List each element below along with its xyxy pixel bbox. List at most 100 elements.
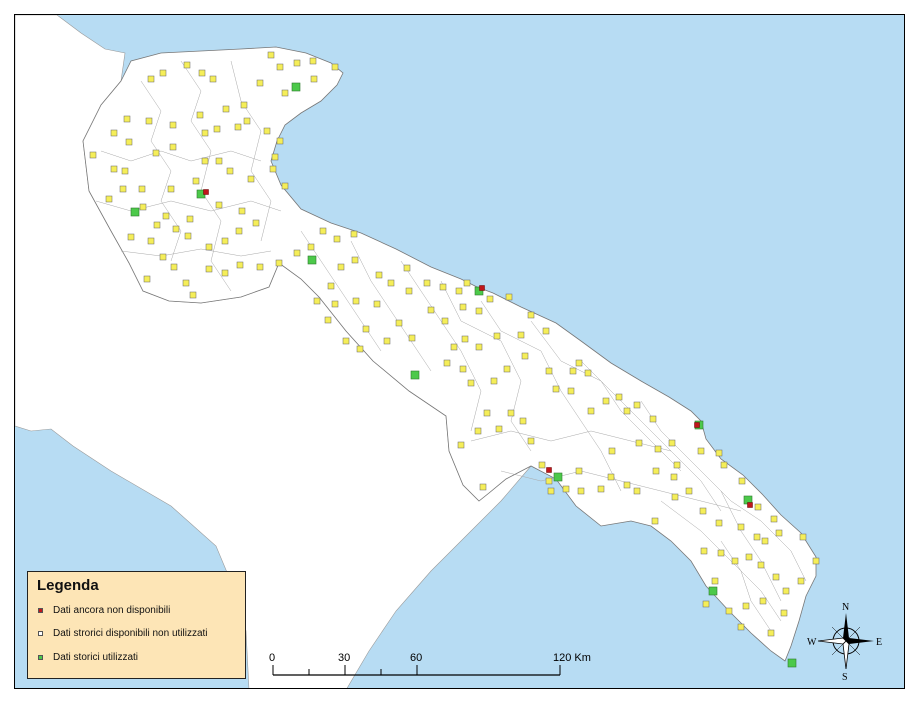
station-marker-historical-unused — [119, 185, 127, 193]
station-marker-historical-unused — [342, 337, 350, 345]
station-marker-historical-unused — [205, 265, 213, 273]
station-marker-historical-unused — [490, 377, 498, 385]
station-marker-historical-unused — [147, 237, 155, 245]
station-marker-historical-unused — [331, 300, 339, 308]
station-marker-historical-unused — [271, 153, 279, 161]
station-marker-historical-unused — [356, 345, 364, 353]
station-marker-historical-unused — [331, 63, 339, 71]
station-marker-historical-unused — [608, 447, 616, 455]
station-marker-historical-unused — [209, 75, 217, 83]
station-marker-historical-unused — [293, 59, 301, 67]
station-marker-historical-unused — [276, 137, 284, 145]
station-marker-historical-unused — [215, 201, 223, 209]
station-marker-not-available — [747, 502, 753, 508]
station-marker-historical-unused — [700, 547, 708, 555]
station-marker-historical-unused — [670, 473, 678, 481]
station-marker-historical-unused — [350, 230, 358, 238]
station-marker-historical-unused — [240, 101, 248, 109]
legend-item-not-available: Dati ancora non disponibili — [38, 603, 170, 617]
station-marker-historical-unused — [623, 481, 631, 489]
station-marker-historical-unused — [159, 69, 167, 77]
compass-west: W — [807, 637, 817, 648]
station-marker-historical-used — [787, 658, 797, 668]
station-marker-historical-unused — [89, 151, 97, 159]
station-marker-historical-unused — [527, 311, 535, 319]
station-marker-historical-unused — [247, 175, 255, 183]
station-marker-historical-unused — [235, 227, 243, 235]
station-marker-historical-unused — [276, 63, 284, 71]
station-marker-historical-used — [307, 255, 317, 265]
station-marker-historical-unused — [519, 417, 527, 425]
station-marker-historical-unused — [186, 215, 194, 223]
station-marker-historical-unused — [147, 75, 155, 83]
station-marker-historical-unused — [269, 165, 277, 173]
station-marker-historical-unused — [753, 533, 761, 541]
station-marker-historical-unused — [671, 493, 679, 501]
station-marker-historical-unused — [711, 577, 719, 585]
station-marker-historical-unused — [226, 167, 234, 175]
scale-tick-0: 0 — [269, 652, 275, 664]
legend-label-not-available: Dati ancora non disponibili — [53, 604, 171, 616]
station-marker-historical-unused — [597, 485, 605, 493]
station-marker-historical-unused — [170, 263, 178, 271]
station-marker-historical-unused — [159, 253, 167, 261]
station-marker-not-available — [694, 422, 700, 428]
station-marker-not-available — [203, 189, 209, 195]
station-marker-historical-unused — [352, 297, 360, 305]
station-marker-historical-unused — [562, 485, 570, 493]
station-marker-historical-unused — [495, 425, 503, 433]
station-marker-historical-unused — [538, 461, 546, 469]
station-marker-historical-unused — [143, 275, 151, 283]
station-marker-historical-unused — [780, 609, 788, 617]
station-marker-historical-unused — [333, 235, 341, 243]
scale-tick-120: 120 Km — [553, 652, 591, 664]
station-marker-historical-unused — [169, 143, 177, 151]
station-marker-historical-unused — [443, 359, 451, 367]
station-marker-historical-unused — [505, 293, 513, 301]
station-marker-historical-unused — [479, 483, 487, 491]
station-marker-historical-unused — [757, 561, 765, 569]
station-marker-historical-unused — [238, 207, 246, 215]
station-marker-historical-unused — [222, 105, 230, 113]
station-marker-historical-unused — [474, 427, 482, 435]
station-marker-historical-unused — [441, 317, 449, 325]
scale-tick-60: 60 — [410, 652, 422, 664]
station-marker-historical-unused — [475, 343, 483, 351]
station-marker-historical-unused — [196, 111, 204, 119]
legend-swatch-red — [38, 607, 43, 613]
station-marker-historical-unused — [213, 125, 221, 133]
legend-swatch-green — [38, 654, 43, 660]
station-marker-historical-unused — [162, 212, 170, 220]
station-marker-historical-unused — [324, 316, 332, 324]
station-marker-historical-unused — [607, 473, 615, 481]
station-marker-historical-unused — [281, 182, 289, 190]
station-marker-historical-unused — [110, 165, 118, 173]
station-marker-historical-unused — [761, 537, 769, 545]
station-marker-historical-unused — [405, 287, 413, 295]
station-marker-historical-unused — [256, 79, 264, 87]
station-marker-historical-unused — [507, 409, 515, 417]
station-marker-historical-unused — [125, 138, 133, 146]
station-marker-historical-unused — [587, 407, 595, 415]
station-marker-historical-unused — [403, 264, 411, 272]
station-marker-historical-unused — [423, 279, 431, 287]
station-marker-historical-unused — [767, 629, 775, 637]
legend-item-historical-used: Dati storici utilizzati — [38, 650, 138, 664]
station-marker-historical-unused — [685, 487, 693, 495]
station-marker-historical-unused — [373, 300, 381, 308]
station-marker-historical-unused — [192, 177, 200, 185]
station-marker-historical-unused — [182, 279, 190, 287]
station-marker-historical-unused — [198, 69, 206, 77]
map-frame[interactable]: 0 30 60 120 Km N S E W Legenda Dati anco… — [14, 14, 905, 689]
station-marker-historical-unused — [615, 393, 623, 401]
station-marker-historical-unused — [725, 607, 733, 615]
station-marker-historical-unused — [575, 467, 583, 475]
station-marker-historical-unused — [527, 437, 535, 445]
station-marker-historical-unused — [649, 415, 657, 423]
station-marker-historical-unused — [668, 439, 676, 447]
station-marker-historical-unused — [275, 259, 283, 267]
station-marker-historical-unused — [327, 282, 335, 290]
station-marker-not-available — [546, 467, 552, 473]
station-marker-not-available — [479, 285, 485, 291]
station-marker-historical-unused — [457, 441, 465, 449]
